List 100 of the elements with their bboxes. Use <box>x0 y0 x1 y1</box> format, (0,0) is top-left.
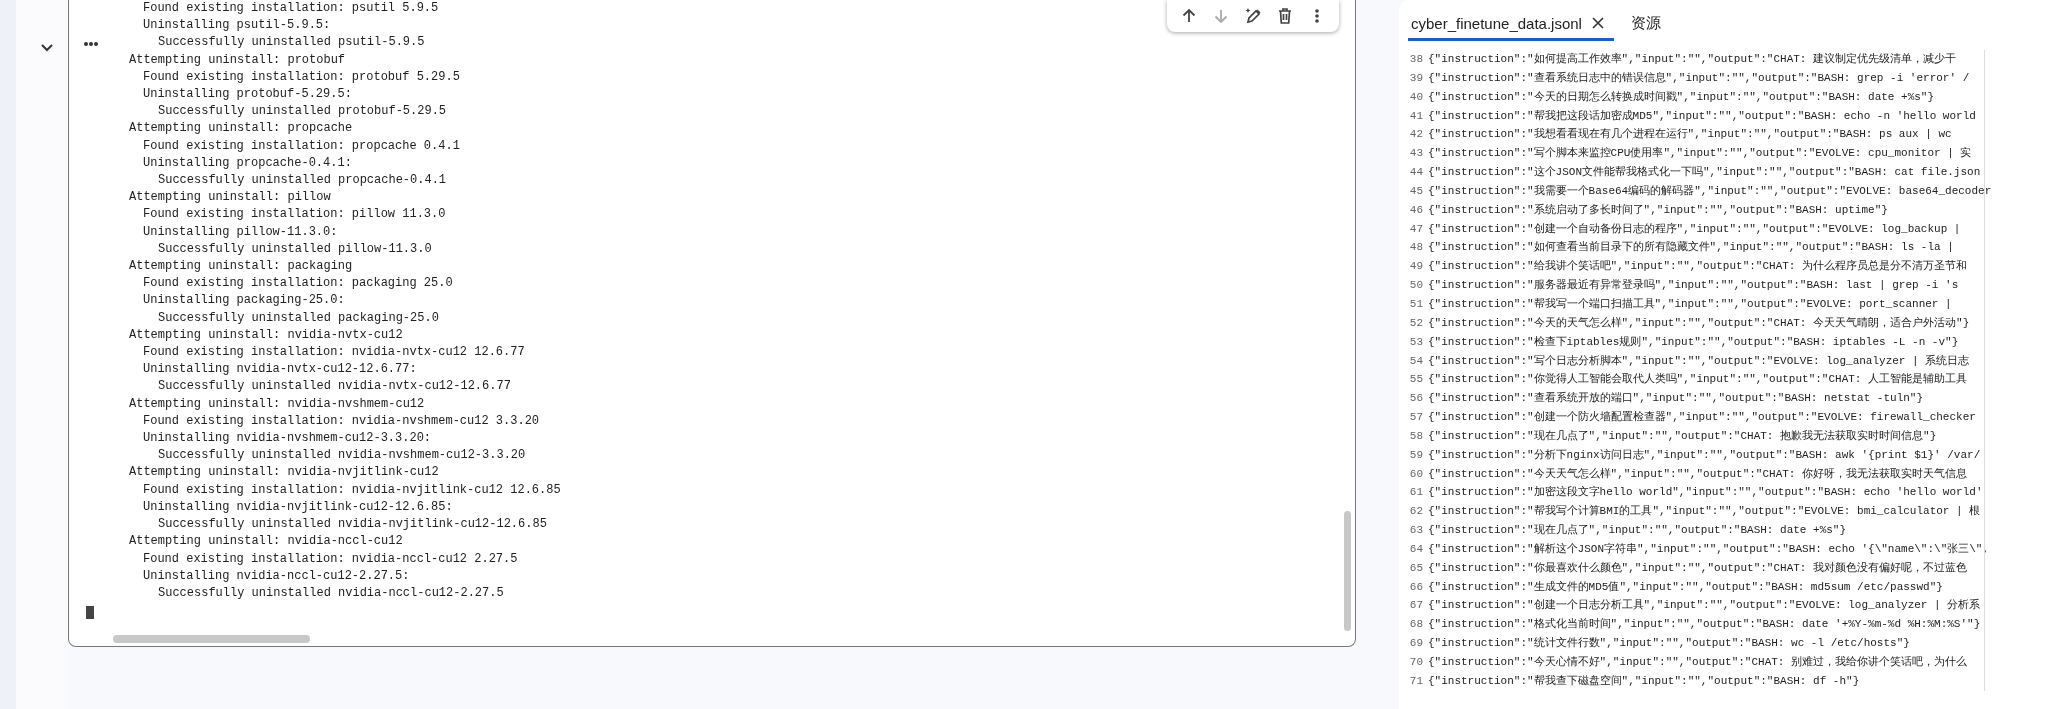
code-line: {"instruction":"创建一个防火墙配置检查器","input":"","output":"EVOLVE: firewall_checker <box>1428 410 1976 426</box>
line-number: 57 <box>1408 410 1423 426</box>
output-line: Found existing installation: nvidia-nvtx-cu12 12.6.77 <box>143 344 525 362</box>
line-number: 61 <box>1408 485 1423 501</box>
code-line: {"instruction":"格式化当前时间","input":"","output":"BASH: date '+%Y-%m-%d %H:%M:%S'"} <box>1428 617 1981 633</box>
code-line: {"instruction":"查看系统日志中的错误信息","input":"","output":"BASH: grep -i 'error' / <box>1428 70 1970 86</box>
output-line: Uninstalling pillow-11.3.0: <box>143 223 338 241</box>
file-tab[interactable]: cyber_finetune_data.jsonl <box>1408 8 1614 41</box>
line-number: 59 <box>1408 447 1423 463</box>
line-number: 56 <box>1408 391 1423 407</box>
chevron-down-icon[interactable] <box>40 43 54 53</box>
code-line: {"instruction":"今天天气怎么样","input":"","output":"CHAT: 你好呀，我无法获取实时天气信息 <box>1428 466 1968 482</box>
line-number: 46 <box>1408 202 1423 218</box>
close-icon[interactable] <box>1591 17 1604 29</box>
output-line: Found existing installation: propcache 0.4.1 <box>143 137 460 155</box>
output-line: Found existing installation: packaging 25.0 <box>143 275 453 293</box>
output-line: Found existing installation: nvidia-nvjitlink-cu12 12.6.85 <box>143 481 561 499</box>
code-line: {"instruction":"创建一个日志分析工具","input":"","output":"EVOLVE: log_analyzer | 分析系 <box>1428 598 1981 614</box>
code-line: {"instruction":"这个JSON文件能帮我格式化一下吗","input":"","output":"BASH: cat file.json <box>1428 165 1981 181</box>
output-line: Attempting uninstall: protobuf <box>129 51 346 69</box>
code-line: {"instruction":"写个日志分析脚本","input":"","output":"EVOLVE: log_analyzer | 系统日志 <box>1428 353 1970 369</box>
code-line: {"instruction":"服务器最近有异常登录吗","input":"","output":"BASH: last | grep -i 's <box>1428 278 1959 294</box>
code-line: {"instruction":"帮我查下磁盘空间","input":"","output":"BASH: df -h"} <box>1428 673 1860 689</box>
code-line: {"instruction":"检查下iptables规则","input":"","output":"BASH: iptables -L -n -v"} <box>1428 334 1959 350</box>
line-number: 71 <box>1408 673 1423 689</box>
code-line: {"instruction":"如何查看当前目录下的所有隐藏文件","input":"","output":"BASH: ls -la | <box>1428 240 1954 256</box>
code-line: {"instruction":"加密这段文字hello world","input":"","output":"BASH: echo 'hello world' <box>1428 485 1983 501</box>
line-number: 63 <box>1408 523 1423 539</box>
line-number: 68 <box>1408 617 1423 633</box>
line-number: 41 <box>1408 108 1423 124</box>
output-line: Attempting uninstall: nvidia-nccl-cu12 <box>129 533 403 551</box>
code-line: {"instruction":"我想看看现在有几个进程在运行","input":"","output":"BASH: ps aux | wc <box>1428 127 1952 143</box>
output-line: Successfully uninstalled psutil-5.9.5 <box>158 34 425 52</box>
code-line: {"instruction":"你觉得人工智能会取代人类吗","input":"","output":"CHAT: 人工智能是辅助工具 <box>1428 372 1968 388</box>
line-number: 50 <box>1408 278 1423 294</box>
code-line: {"instruction":"现在几点了","input":"","output":"CHAT: 抱歉我无法获取实时时间信息"} <box>1428 428 1937 444</box>
line-number: 65 <box>1408 560 1423 576</box>
code-line: {"instruction":"生成文件的MD5值","input":"","output":"BASH: md5sum /etc/passwd"} <box>1428 579 1943 595</box>
output-line: Attempting uninstall: nvidia-nvtx-cu12 <box>129 326 403 344</box>
file-tab[interactable]: 资源 <box>1627 8 1671 41</box>
output-line: Uninstalling propcache-0.4.1: <box>143 154 352 172</box>
output-line: Attempting uninstall: packaging <box>129 258 353 276</box>
output-line: Successfully uninstalled nvidia-nvtx-cu12-12.6.77 <box>158 378 511 396</box>
line-number: 67 <box>1408 598 1423 614</box>
line-number: 62 <box>1408 504 1423 520</box>
line-number: 64 <box>1408 541 1423 557</box>
scrollbar-thumb[interactable] <box>1344 511 1351 631</box>
code-line: {"instruction":"现在几点了","input":"","output":"BASH: date +%s"} <box>1428 523 1847 539</box>
output-line: Attempting uninstall: propcache <box>129 120 353 138</box>
trash-icon <box>1277 7 1293 25</box>
output-line: Found existing installation: pillow 11.3.0 <box>143 206 446 224</box>
line-number: 55 <box>1408 372 1423 388</box>
code-line: {"instruction":"今天心情不好","input":"","output":"CHAT: 别难过，我给你讲个笑话吧，为什么 <box>1428 655 1968 670</box>
output-line: Successfully uninstalled nvidia-nvjitlink-cu12-12.6.85 <box>158 516 547 534</box>
line-number: 45 <box>1408 183 1423 199</box>
code-line: {"instruction":"分析下nginx访问日志","input":"","output":"BASH: awk '{print $1}' /var/ <box>1428 447 1981 463</box>
line-number: 60 <box>1408 466 1423 482</box>
line-number: 39 <box>1408 70 1423 86</box>
line-number: 49 <box>1408 259 1423 275</box>
ellipsis-icon[interactable] <box>83 41 99 47</box>
output-line: Successfully uninstalled pillow-11.3.0 <box>158 240 432 258</box>
more-icon <box>1314 8 1320 24</box>
line-number: 38 <box>1408 52 1423 67</box>
output-line: Found existing installation: nvidia-nvshmem-cu12 3.3.20 <box>143 412 540 430</box>
code-line: {"instruction":"查看系统开放的端口","input":"","output":"BASH: netstat -tuln"} <box>1428 391 1924 407</box>
code-line: {"instruction":"今天的日期怎么转换成时间戳","input":"","output":"BASH: date +%s"} <box>1428 89 1935 105</box>
code-line: {"instruction":"你最喜欢什么颜色","input":"","output":"CHAT: 我对颜色没有偏好呢，不过蓝色 <box>1428 560 1968 576</box>
arrow-up-icon <box>1181 8 1197 24</box>
line-number: 43 <box>1408 146 1423 162</box>
line-number: 69 <box>1408 636 1423 652</box>
output-line: Successfully uninstalled packaging-25.0 <box>158 309 439 327</box>
line-number: 42 <box>1408 127 1423 143</box>
code-line: {"instruction":"写个脚本来监控CPU使用率","input":"","output":"EVOLVE: cpu_monitor | 实 <box>1428 146 1972 162</box>
line-number: 66 <box>1408 579 1423 595</box>
output-line: Attempting uninstall: nvidia-nvshmem-cu12 <box>129 395 425 413</box>
arrow-down-icon <box>1213 8 1229 24</box>
code-line: {"instruction":"我需要一个Base64编码的解码器","input":"","output":"EVOLVE: base64_decoder <box>1428 183 1992 199</box>
line-number: 52 <box>1408 315 1423 331</box>
code-line: {"instruction":"帮我写一个端口扫描工具","input":"","output":"EVOLVE: port_scanner | <box>1428 296 1952 312</box>
output-line: Successfully uninstalled nvidia-nvshmem-cu12-3.3.20 <box>158 447 526 465</box>
line-number: 58 <box>1408 428 1423 444</box>
line-number: 44 <box>1408 165 1423 181</box>
code-line: {"instruction":"给我讲个笑话吧","input":"","output":"CHAT: 为什么程序员总是分不清万圣节和 <box>1428 259 1968 275</box>
output-line: Uninstalling nvidia-nvshmem-cu12-3.3.20: <box>143 430 432 448</box>
output-line: Uninstalling nvidia-nvjitlink-cu12-12.6.85: <box>143 498 453 516</box>
output-line: Successfully uninstalled nvidia-nccl-cu12-2.27.5 <box>158 584 504 602</box>
code-line: {"instruction":"统计文件行数","input":"","output":"BASH: wc -l /etc/hosts"} <box>1428 636 1910 652</box>
output-line: Attempting uninstall: pillow <box>129 189 331 207</box>
code-line: {"instruction":"帮我写个计算BMI的工具","input":"","output":"EVOLVE: bmi_calculator | 根 <box>1428 504 1981 520</box>
code-line: {"instruction":"今天的天气怎么样","input":"","output":"CHAT: 今天天气晴朗，适合户外活动"} <box>1428 315 1970 331</box>
output-line: Found existing installation: nvidia-nccl-cu12 2.27.5 <box>143 550 518 568</box>
output-line: Found existing installation: psutil 5.9.5 <box>143 0 439 17</box>
output-line: Uninstalling packaging-25.0: <box>143 292 345 310</box>
line-number: 47 <box>1408 221 1423 237</box>
line-number: 48 <box>1408 240 1423 256</box>
text-cursor <box>86 606 94 620</box>
output-line: Successfully uninstalled propcache-0.4.1 <box>158 172 447 190</box>
code-line: {"instruction":"帮我把这段话加密成MD5","input":"","output":"BASH: echo -n 'hello world <box>1428 108 1976 124</box>
scrollbar-thumb[interactable] <box>113 635 310 643</box>
output-line: Uninstalling nvidia-nccl-cu12-2.27.5: <box>143 567 410 585</box>
